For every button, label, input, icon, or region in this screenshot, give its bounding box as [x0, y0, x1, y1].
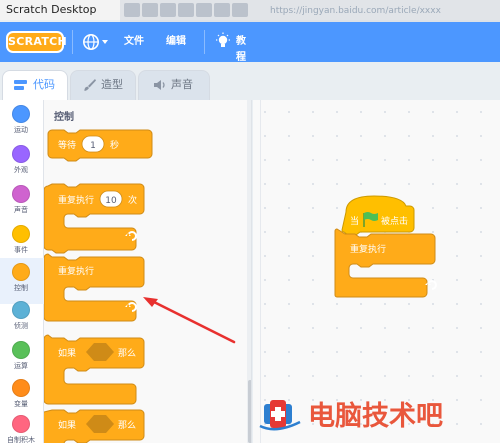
overlay-tab-icon — [178, 3, 194, 17]
scratch-logo[interactable]: SCRATCH — [6, 31, 67, 53]
category-dot — [12, 145, 30, 163]
menu-separator — [72, 30, 73, 54]
tab-sounds-label: 声音 — [171, 78, 193, 91]
tab-sounds[interactable]: 声音 — [138, 70, 210, 100]
palette-blocks: 等待 1 秒 重复执行 10 次 重复执行 如果 那么 如果 那么 — [44, 129, 153, 443]
tab-code-label: 代码 — [33, 78, 55, 91]
overlay-tab-icon — [214, 3, 230, 17]
overlay-url: https://jingyan.baidu.com/article/xxxx — [270, 6, 441, 16]
code-blocks-icon — [14, 80, 27, 90]
block-if-label: 如果 — [58, 347, 76, 359]
tab-costumes-label: 造型 — [101, 78, 123, 91]
chevron-down-icon — [102, 40, 108, 44]
category-label: 运动 — [14, 126, 28, 134]
category-dot — [12, 185, 30, 203]
block-categories: 运动 外观 声音 事件 控制 侦测 运算 变量 自制积木 — [0, 100, 44, 443]
category-my-blocks[interactable]: 自制积木 — [0, 410, 44, 443]
overlay-tab-icon — [124, 3, 140, 17]
tab-code[interactable]: 代码 — [2, 70, 68, 101]
blurred-browser-overlay: https://jingyan.baidu.com/article/xxxx — [120, 0, 500, 22]
overlay-tab-icon — [160, 3, 176, 17]
category-label: 侦测 — [14, 322, 28, 330]
category-dot — [12, 263, 30, 281]
category-dot — [12, 105, 30, 123]
tab-costumes[interactable]: 造型 — [70, 70, 136, 100]
category-label: 运算 — [14, 362, 28, 370]
overlay-tab-icon — [232, 3, 248, 17]
paintbrush-icon — [84, 79, 96, 91]
block-then-label: 那么 — [118, 348, 136, 359]
window-title: Scratch Desktop — [6, 3, 97, 16]
block-repeat[interactable]: 重复执行 10 次 — [44, 183, 145, 254]
overlay-tab-icon — [142, 3, 158, 17]
block-if-then-else[interactable]: 如果 那么 — [44, 409, 145, 443]
watermark: 电脑技术吧 — [259, 400, 443, 432]
block-if-then[interactable]: 如果 那么 — [44, 334, 145, 405]
menubar: SCRATCH 文件 编辑 教程 — [0, 22, 500, 63]
category-dot — [12, 415, 30, 433]
block-then-label: 那么 — [118, 420, 136, 431]
overlay-tab-icon — [196, 3, 212, 17]
watermark-text: 电脑技术吧 — [308, 401, 443, 432]
menu-edit[interactable]: 编辑 — [166, 34, 186, 50]
palette-scrollbar-thumb[interactable] — [248, 380, 251, 443]
editor-tabs: 代码 造型 声音 — [0, 62, 500, 101]
category-label: 声音 — [14, 206, 28, 214]
category-label: 外观 — [14, 166, 28, 174]
category-label: 自制积木 — [7, 436, 35, 443]
category-dot — [12, 379, 30, 397]
block-wait-unit: 秒 — [110, 139, 119, 151]
category-dot — [12, 225, 30, 243]
block-repeat-value: 10 — [105, 196, 117, 206]
lightbulb-icon — [216, 32, 230, 47]
speaker-icon — [154, 80, 165, 90]
block-repeat-label: 重复执行 — [58, 194, 94, 206]
block-repeat-unit: 次 — [128, 194, 137, 206]
block-wait-label: 等待 — [58, 139, 76, 151]
scratch-window: Scratch Desktop https://jingyan.baidu.co… — [0, 0, 500, 443]
category-dot — [12, 301, 30, 319]
block-if-label: 如果 — [58, 419, 76, 431]
block-forever[interactable]: 重复执行 — [44, 253, 145, 322]
category-label: 变量 — [14, 400, 28, 408]
language-globe-icon[interactable] — [82, 33, 110, 51]
category-dot — [12, 341, 30, 359]
menu-file[interactable]: 文件 — [124, 34, 144, 50]
block-palette: 控制 等待 1 秒 重复执行 10 次 重复执行 如果 那么 如果 那么 — [44, 100, 252, 443]
watermark-logo-icon — [259, 400, 301, 431]
block-wait-value: 1 — [90, 141, 96, 151]
category-label: 事件 — [14, 246, 28, 254]
block-forever-label: 重复执行 — [58, 265, 94, 277]
category-label: 控制 — [14, 284, 28, 292]
menu-separator — [204, 30, 205, 54]
block-wait[interactable]: 等待 1 秒 — [47, 129, 153, 162]
